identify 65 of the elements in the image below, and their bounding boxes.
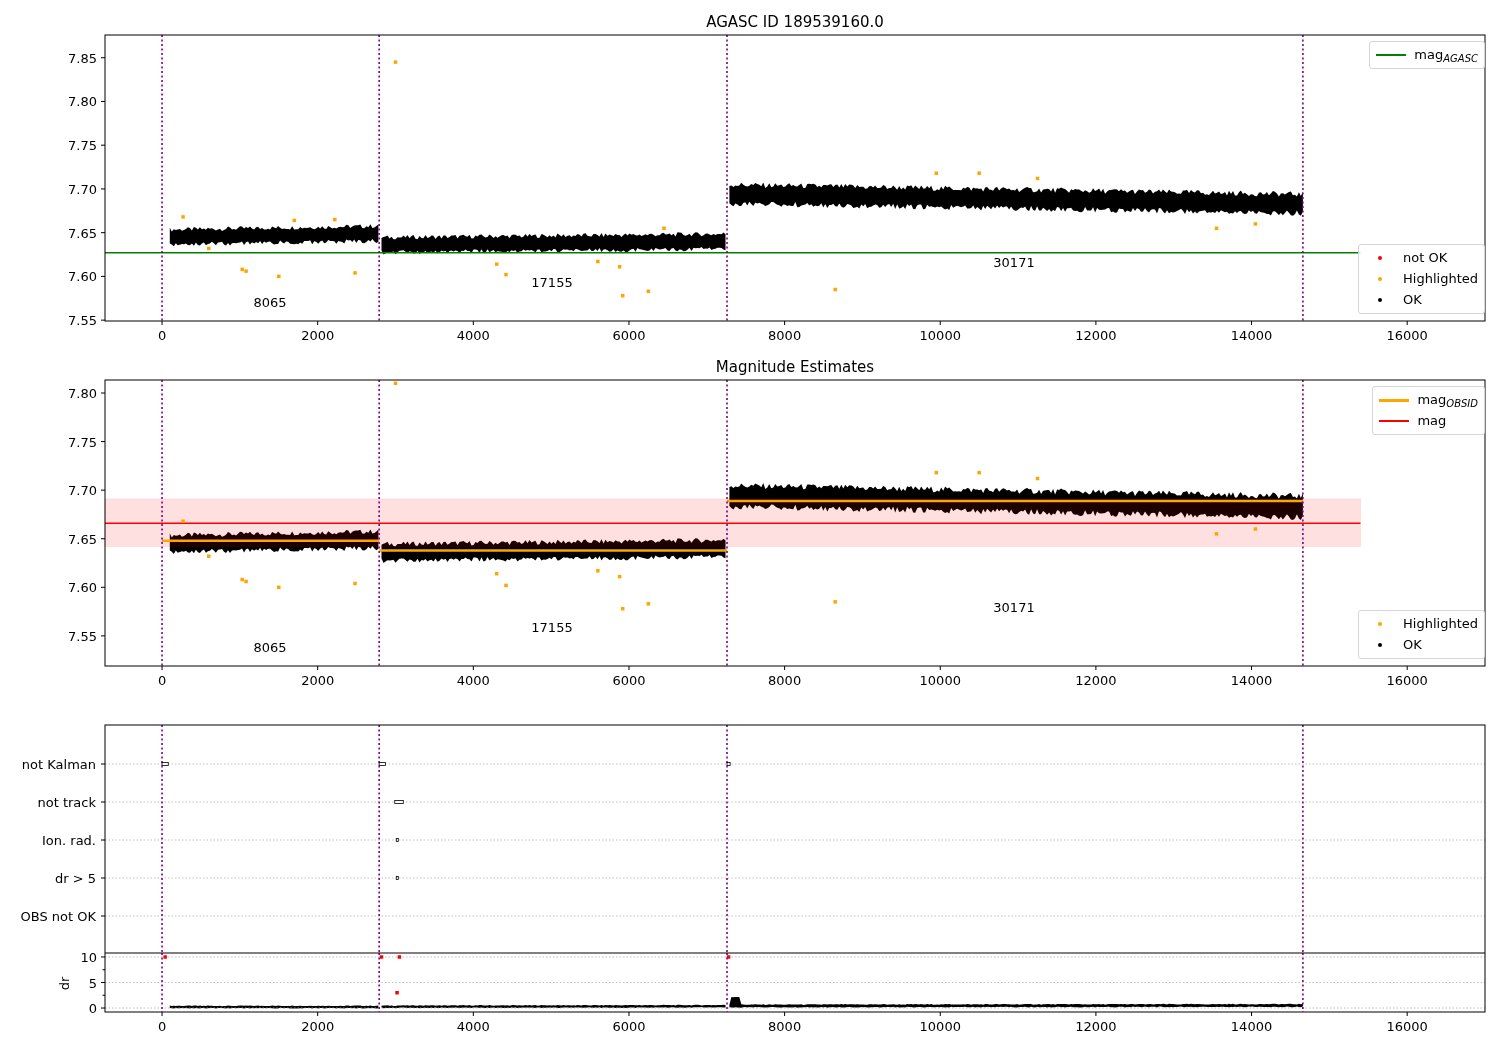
- x-tick-label: 6000: [612, 1019, 646, 1034]
- x-tick-label: 10000: [919, 1019, 961, 1034]
- row-label: OBS not OK: [20, 909, 96, 924]
- x-tick-label: 8000: [768, 673, 802, 685]
- y-tick-label: 7.60: [68, 269, 97, 285]
- x-tick-label: 0: [157, 673, 167, 685]
- y-tick-label: 7.70: [68, 483, 97, 499]
- x-tick-label: 8000: [768, 1019, 802, 1034]
- obsid-label: 17155: [531, 275, 573, 290]
- x-tick-label: 12000: [1075, 328, 1117, 343]
- row-label: not track: [37, 795, 96, 810]
- row-label: not Kalman: [21, 757, 96, 772]
- legend-label: Highlighted: [1403, 615, 1478, 633]
- y-tick-label: 7.85: [68, 50, 97, 66]
- x-tick-label: 16000: [1386, 1019, 1428, 1034]
- obsid-label: 17155: [531, 620, 573, 635]
- x-tick-label: 4000: [456, 1019, 490, 1034]
- x-tick-label: 12000: [1075, 1019, 1117, 1034]
- obsid-label: 8065: [253, 640, 287, 655]
- row-label: Ion. rad.: [42, 833, 96, 848]
- x-tick-label: 14000: [1230, 673, 1273, 685]
- chart-title: AGASC ID 189539160.0: [706, 13, 884, 31]
- legend-label: Highlighted: [1403, 270, 1478, 288]
- y-tick-label: 7.65: [68, 225, 97, 241]
- legend-label: mag: [1417, 412, 1447, 430]
- x-tick-label: 6000: [612, 673, 646, 685]
- y-tick-label: 7.55: [68, 313, 97, 329]
- y-tick-label: 7.65: [68, 531, 97, 547]
- legend-label: OK: [1403, 636, 1422, 654]
- x-tick-label: 0: [157, 328, 167, 343]
- obsid-label: 8065: [253, 295, 287, 310]
- x-tick-label: 16000: [1386, 673, 1428, 685]
- y-tick-label: 7.80: [68, 94, 97, 110]
- legend-label: OK: [1403, 291, 1422, 309]
- y-tick-label: 7.75: [68, 138, 97, 154]
- x-tick-label: 12000: [1075, 673, 1117, 685]
- x-tick-label: 14000: [1230, 328, 1273, 343]
- obsid-label: 30171: [993, 255, 1035, 270]
- chart-title: Magnitude Estimates: [715, 358, 875, 376]
- x-tick-label: 4000: [456, 673, 490, 685]
- x-tick-label: 10000: [919, 328, 961, 343]
- x-tick-label: 8000: [768, 328, 802, 343]
- obsid-label: 30171: [993, 600, 1035, 615]
- row-label: dr > 5: [54, 871, 96, 886]
- y-tick-label: 7.55: [68, 628, 97, 644]
- legend-label: mag$_{AGASC}$: [1414, 46, 1478, 65]
- x-tick-label: 2000: [301, 1019, 335, 1034]
- y-tick-label: 7.70: [68, 181, 97, 197]
- y-tick-label: 10: [80, 953, 97, 965]
- x-tick-label: 10000: [919, 673, 961, 685]
- y-axis-label: dr: [57, 976, 72, 991]
- x-tick-label: 4000: [456, 328, 490, 343]
- x-tick-label: 0: [157, 1019, 167, 1034]
- legend-label: not OK: [1403, 249, 1448, 267]
- x-tick-label: 2000: [301, 673, 335, 685]
- x-tick-label: 16000: [1386, 328, 1428, 343]
- y-tick-label: 7.80: [68, 386, 97, 401]
- x-tick-label: 2000: [301, 328, 335, 343]
- x-tick-label: 14000: [1230, 1019, 1273, 1034]
- y-tick-label: 7.75: [68, 434, 97, 450]
- y-tick-label: 5: [88, 975, 97, 991]
- y-tick-label: 0: [88, 1001, 97, 1016]
- x-tick-label: 6000: [612, 328, 646, 343]
- y-tick-label: 7.60: [68, 580, 97, 596]
- legend-label: mag$_{OBSID}$: [1417, 391, 1478, 410]
